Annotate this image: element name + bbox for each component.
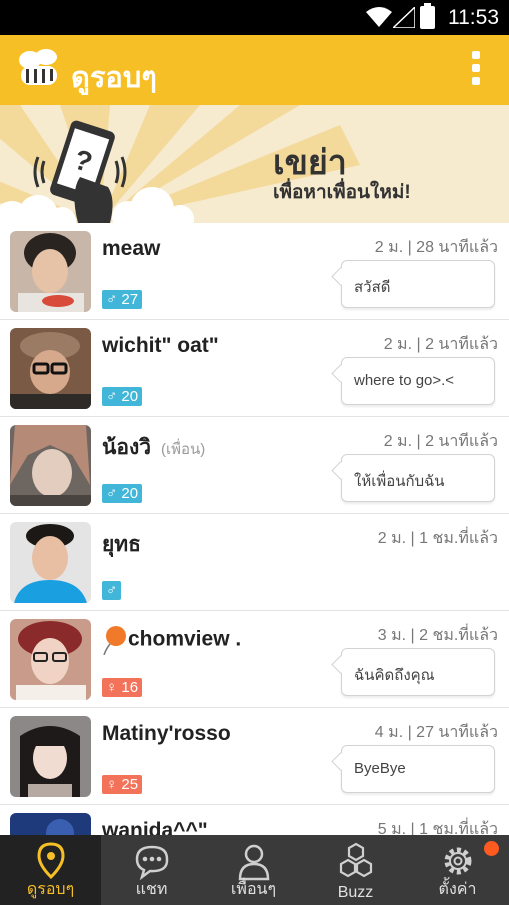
- tab-label: ตั้งค่า: [438, 881, 477, 898]
- tab-friends[interactable]: เพื่อนๆ: [203, 835, 304, 905]
- app-bar: ดูรอบๆ: [0, 35, 509, 105]
- list-item[interactable]: meaw ♂ 27 2 ม. | 28 นาทีแล้ว สวัสดี: [0, 223, 509, 320]
- distance-time: 2 ม. | 2 นาทีแล้ว: [383, 336, 498, 353]
- person-name: wanida^^": [102, 819, 208, 835]
- shake-banner[interactable]: ? เขย่า เพื่อหาเพื่อนใหม่!: [0, 105, 509, 223]
- person-name: chomview .: [102, 625, 241, 655]
- tab-label: Buzz: [337, 884, 374, 901]
- person-icon: [238, 844, 270, 881]
- status-message-bubble[interactable]: ให้เพื่อนกับฉัน: [341, 454, 495, 502]
- gender-age-badge: ♀ 16: [102, 678, 143, 697]
- list-item[interactable]: น้องวิ (เพื่อน) ♂ 20 2 ม. | 2 นาทีแล้ว ให…: [0, 417, 509, 514]
- status-bar: 11:53: [0, 0, 509, 35]
- banner-subline: เพื่อหาเพื่อนใหม่!: [273, 182, 411, 203]
- distance-time: 2 ม. | 1 ชม.ที่แล้ว: [377, 530, 498, 547]
- shake-phone-icon: ?: [33, 120, 127, 223]
- notification-dot: [484, 841, 499, 856]
- person-name: meaw: [102, 237, 161, 260]
- gender-age-badge: ♀ 25: [102, 775, 143, 794]
- status-message-bubble[interactable]: ฉันคิดถึงคุณ: [341, 648, 495, 696]
- chat-bubble-icon: [135, 845, 169, 881]
- friend-tag: (เพื่อน): [161, 441, 206, 458]
- tab-chat[interactable]: แชท: [101, 835, 202, 905]
- person-name: wichit" oat": [102, 334, 219, 357]
- avatar[interactable]: [10, 425, 91, 506]
- tab-label: แชท: [135, 881, 168, 898]
- list-item[interactable]: wanida^^" 5 ม. | 1 ชม.ที่แล้ว: [0, 805, 509, 835]
- gender-age-badge: ♂ 27: [102, 290, 143, 309]
- tab-settings[interactable]: ตั้งค่า: [407, 835, 508, 905]
- distance-time: 3 ม. | 2 ชม.ที่แล้ว: [377, 627, 498, 644]
- status-message: สวัสดี: [354, 279, 391, 296]
- avatar[interactable]: [10, 619, 91, 700]
- list-item[interactable]: Matiny'rosso ♀ 25 4 ม. | 27 นาทีแล้ว Bye…: [0, 708, 509, 805]
- app-title: ดูรอบๆ: [71, 62, 157, 94]
- distance-time: 2 ม. | 28 นาทีแล้ว: [374, 239, 498, 256]
- bottom-navigation: ดูรอบๆ แชท เพื่อนๆ Buzz ตั้งค่า: [0, 835, 509, 905]
- wifi-icon: [366, 7, 392, 27]
- distance-time: 5 ม. | 1 ชม.ที่แล้ว: [377, 821, 498, 835]
- tab-label: ดูรอบๆ: [26, 881, 75, 898]
- status-message: ByeBye: [354, 760, 406, 777]
- avatar[interactable]: [10, 716, 91, 797]
- signal-icon: [393, 7, 415, 28]
- list-item[interactable]: wichit" oat" ♂ 20 2 ม. | 2 นาทีแล้ว wher…: [0, 320, 509, 417]
- avatar[interactable]: [10, 522, 91, 603]
- battery-icon: [420, 3, 435, 29]
- tab-label: เพื่อนๆ: [230, 881, 277, 898]
- avatar[interactable]: [10, 813, 91, 835]
- distance-time: 2 ม. | 2 นาทีแล้ว: [383, 433, 498, 450]
- overflow-menu-icon[interactable]: [469, 51, 483, 89]
- status-message: where to go>.<: [354, 372, 455, 389]
- avatar[interactable]: [10, 328, 91, 409]
- person-name: ยุทธ: [102, 533, 141, 556]
- bee-logo-icon: [19, 49, 57, 85]
- hexagons-icon: [339, 842, 373, 878]
- tab-buzz[interactable]: Buzz: [305, 835, 406, 905]
- distance-time: 4 ม. | 27 นาทีแล้ว: [374, 724, 498, 741]
- list-item[interactable]: chomview . ♀ 16 3 ม. | 2 ชม.ที่แล้ว ฉันค…: [0, 611, 509, 708]
- list-item[interactable]: ยุทธ ♂ 2 ม. | 1 ชม.ที่แล้ว: [0, 514, 509, 611]
- status-message: ฉันคิดถึงคุณ: [354, 667, 435, 684]
- gender-age-badge: ♂ 20: [102, 387, 143, 406]
- status-message-bubble[interactable]: where to go>.<: [341, 357, 495, 405]
- location-pin-icon: [37, 842, 65, 880]
- tab-around[interactable]: ดูรอบๆ: [0, 835, 101, 905]
- gender-age-badge: ♂ 20: [102, 484, 143, 503]
- status-message-bubble[interactable]: ByeBye: [341, 745, 495, 793]
- nearby-people-list[interactable]: meaw ♂ 27 2 ม. | 28 นาทีแล้ว สวัสดี wich…: [0, 223, 509, 835]
- status-message-bubble[interactable]: สวัสดี: [341, 260, 495, 308]
- person-name: Matiny'rosso: [102, 722, 231, 745]
- gear-icon: [444, 847, 472, 875]
- status-message: ให้เพื่อนกับฉัน: [354, 473, 445, 490]
- balloon-icon: [103, 626, 126, 655]
- avatar[interactable]: [10, 231, 91, 312]
- person-name: น้องวิ (เพื่อน): [102, 436, 206, 459]
- clock: 11:53: [448, 6, 499, 29]
- gender-age-badge: ♂: [102, 581, 122, 600]
